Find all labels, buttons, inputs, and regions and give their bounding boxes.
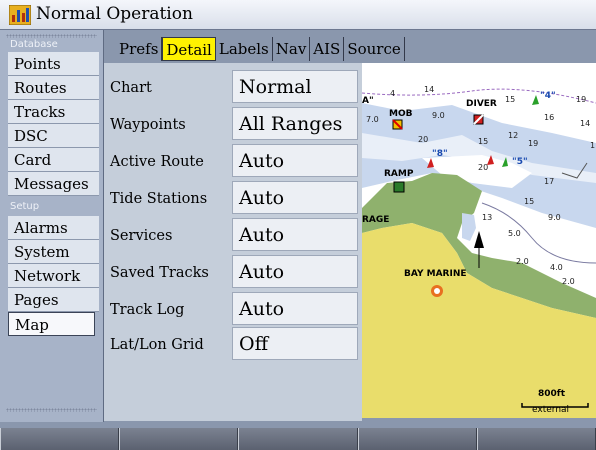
dotted-divider [6, 408, 97, 412]
map-label-buoy5: "5" [512, 157, 528, 167]
setting-value-services[interactable]: Auto [232, 218, 358, 251]
tab-labels[interactable]: Labels [216, 37, 273, 61]
sidebar-item-card[interactable]: Card [8, 148, 99, 172]
map-label-bay-marine: BAY MARINE [404, 269, 467, 279]
softkey-bar [0, 428, 596, 450]
setting-value-waypoints[interactable]: All Ranges [232, 107, 358, 140]
softkey-1[interactable] [0, 428, 120, 450]
sidebar: Database Points Routes Tracks DSC Card M… [0, 30, 104, 422]
bar-chart-icon [9, 5, 31, 25]
sidebar-section-setup: Setup [10, 201, 40, 212]
tab-nav[interactable]: Nav [273, 37, 311, 61]
softkey-3[interactable] [238, 428, 358, 450]
setting-label-tide-stations: Tide Stations [110, 191, 208, 207]
tab-prefs[interactable]: Prefs [116, 37, 163, 61]
tab-source[interactable]: Source [344, 37, 405, 61]
setting-row-services: Services Auto [104, 216, 362, 252]
depth-sounding: 19 [576, 95, 587, 104]
setting-label-track-log: Track Log [110, 302, 185, 318]
tab-bar: Prefs Detail Labels Nav AIS Source [116, 37, 405, 63]
map-label-a: A" [362, 96, 374, 106]
sidebar-item-tracks[interactable]: Tracks [8, 100, 99, 124]
sidebar-item-system[interactable]: System [8, 240, 99, 264]
setting-label-saved-tracks: Saved Tracks [110, 265, 209, 281]
depth-sounding: 13 [482, 213, 493, 222]
window-title: Normal Operation [36, 4, 193, 24]
tab-ais[interactable]: AIS [310, 37, 345, 61]
depth-sounding: 12 [508, 131, 519, 140]
setting-value-lat-lon-grid[interactable]: Off [232, 327, 358, 360]
setting-row-active-route: Active Route Auto [104, 142, 362, 178]
map-label-rage: RAGE [362, 215, 390, 225]
sidebar-item-pages[interactable]: Pages [8, 288, 99, 312]
map-source-label: external [532, 405, 570, 415]
depth-sounding: 7.0 [366, 115, 379, 124]
setting-value-saved-tracks[interactable]: Auto [232, 255, 358, 288]
depth-sounding: 20 [478, 163, 489, 172]
depth-sounding: 20 [418, 135, 429, 144]
tab-detail[interactable]: Detail [162, 37, 216, 61]
sidebar-item-points[interactable]: Points [8, 52, 99, 76]
depth-sounding: 15 [524, 197, 535, 206]
depth-sounding: 15 [478, 137, 489, 146]
depth-sounding: 4.0 [550, 263, 563, 272]
setting-row-waypoints: Waypoints All Ranges [104, 105, 362, 141]
depth-sounding: 9.0 [432, 111, 445, 120]
depth-sounding: 5.0 [508, 229, 521, 238]
setting-label-chart: Chart [110, 80, 152, 96]
setting-row-tide-stations: Tide Stations Auto [104, 179, 362, 215]
sidebar-item-routes[interactable]: Routes [8, 76, 99, 100]
title-bar: Normal Operation [0, 0, 596, 30]
sidebar-item-dsc[interactable]: DSC [8, 124, 99, 148]
softkey-4[interactable] [357, 428, 477, 450]
setting-row-track-log: Track Log Auto [104, 290, 362, 326]
map-label-buoy8: "8" [432, 149, 448, 159]
depth-sounding: 14 [424, 85, 435, 94]
map-label-buoy4: "4" [540, 91, 556, 101]
depth-sounding: 4 [390, 89, 396, 98]
chart-preview-map[interactable]: A" MOB DIVER "4" "8" "5" RAMP RAGE BAY M… [362, 63, 596, 418]
map-label-mob: MOB [389, 109, 413, 119]
setting-label-waypoints: Waypoints [110, 117, 186, 133]
softkey-2[interactable] [119, 428, 239, 450]
setting-value-track-log[interactable]: Auto [232, 292, 358, 325]
depth-sounding: 16 [544, 113, 555, 122]
depth-sounding: 14 [580, 119, 591, 128]
setting-value-chart[interactable]: Normal [232, 70, 358, 103]
setting-value-tide-stations[interactable]: Auto [232, 181, 358, 214]
setting-value-active-route[interactable]: Auto [232, 144, 358, 177]
setting-row-chart: Chart Normal [104, 68, 362, 104]
depth-sounding: 19 [528, 139, 539, 148]
sidebar-item-network[interactable]: Network [8, 264, 99, 288]
depth-sounding: 15 [505, 95, 516, 104]
sidebar-item-map[interactable]: Map [8, 312, 95, 336]
map-label-diver: DIVER [466, 99, 497, 109]
depth-sounding: 2.0 [562, 277, 575, 286]
setting-label-services: Services [110, 228, 173, 244]
depth-sounding: 1 [590, 141, 596, 150]
detail-settings-panel: Chart Normal Waypoints All Ranges Active… [104, 63, 362, 421]
sidebar-item-messages[interactable]: Messages [8, 172, 99, 196]
depth-sounding: 2.0 [516, 257, 529, 266]
depth-sounding: 9.0 [548, 213, 561, 222]
setting-label-active-route: Active Route [110, 154, 204, 170]
dotted-divider [6, 34, 97, 38]
map-scale-distance: 800ft [538, 389, 566, 399]
sidebar-item-alarms[interactable]: Alarms [8, 216, 99, 240]
setting-row-saved-tracks: Saved Tracks Auto [104, 253, 362, 289]
setting-row-lat-lon-grid: Lat/Lon Grid Off [104, 325, 362, 361]
softkey-5[interactable] [476, 428, 596, 450]
map-label-ramp: RAMP [384, 169, 414, 179]
setting-label-lat-lon-grid: Lat/Lon Grid [110, 337, 204, 353]
depth-sounding: 17 [544, 177, 555, 186]
